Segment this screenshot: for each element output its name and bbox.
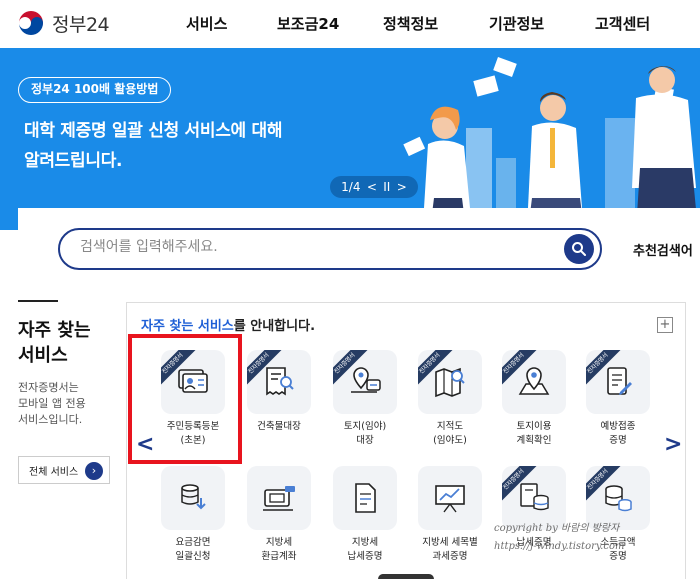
nav-subsidy24[interactable]: 보조금24 [277, 13, 339, 34]
service-label-land-register[interactable]: 토지(임야) 대장 [325, 420, 405, 448]
search-icon [572, 242, 586, 256]
section-description: 전자증명서는 모바일 앱 전용 서비스입니다. [18, 380, 118, 428]
document-edit-icon [607, 367, 632, 395]
banner-headline-1: 대학 제증명 일괄 신청 서비스에 대해 [24, 121, 283, 141]
all-services-label: 전체 서비스 [29, 466, 79, 478]
service-label-resident-registration[interactable]: 주민등록등본 (초본) [153, 420, 233, 448]
service-label-land-use-plan[interactable]: 토지이용 계획확인 [494, 420, 574, 448]
receipt-search-icon [266, 367, 294, 396]
service-label-cadastral-map[interactable]: 지적도 (임야도) [410, 420, 490, 448]
search-button[interactable] [564, 234, 594, 264]
banner-headline-2: 알려드립니다. [24, 151, 123, 171]
pager-pause-button[interactable]: II [383, 180, 390, 194]
presentation-chart-icon [435, 485, 465, 513]
panel-heading-rest: 를 안내합니다. [233, 319, 316, 334]
document-coins-icon [520, 483, 549, 511]
plus-icon[interactable]: + [657, 317, 673, 333]
service-label-local-tax-payment-certificate[interactable]: 지방세 납세증명 [325, 536, 405, 564]
chevron-right-icon: › [85, 462, 103, 480]
all-services-button[interactable]: 전체 서비스 › [18, 456, 110, 484]
nav-services[interactable]: 서비스 [186, 13, 227, 34]
folded-map-search-icon [435, 367, 465, 398]
nav-policy-info[interactable]: 정책정보 [383, 13, 438, 34]
service-card-land-register[interactable]: 전자증명서 [333, 350, 397, 414]
nav-agency-info[interactable]: 기관정보 [489, 13, 544, 34]
main-nav: 서비스 보조금24 정책정보 기관정보 고객센터 [0, 13, 700, 37]
service-card-land-use-plan[interactable]: 전자증명서 [502, 350, 566, 414]
panel-heading-highlight: 자주 찾는 서비스 [141, 319, 234, 334]
service-card-local-tax-item-certificate[interactable] [418, 466, 482, 530]
service-card-local-tax-payment-certificate[interactable] [333, 466, 397, 530]
section-title: 자주 찾는 서비스 [18, 318, 118, 368]
search-box [58, 228, 602, 270]
service-label-fee-reduction[interactable]: 요금감면 일괄신청 [153, 536, 233, 564]
section-title-line-1: 자주 찾는 [18, 320, 91, 341]
copyright-watermark: copyright by 바람의 방랑자 https://j-windy.tis… [494, 520, 694, 556]
frequent-services-intro: 자주 찾는 서비스 전자증명서는 모바일 앱 전용 서비스입니다. 전체 서비스… [18, 300, 118, 484]
promo-banner[interactable]: 정부24 100배 활용방법 대학 제증명 일괄 신청 서비스에 대해 알려드립… [0, 48, 700, 230]
document-icon [355, 483, 376, 513]
search-input[interactable] [80, 239, 550, 255]
banner-pager: 1/4 < II > [330, 176, 418, 198]
pager-next-button[interactable]: > [397, 180, 407, 194]
service-card-vaccination-certificate[interactable]: 전자증명서 [586, 350, 650, 414]
carousel-next-button[interactable]: > [664, 432, 682, 457]
service-card-building-register[interactable]: 전자증명서 [247, 350, 311, 414]
service-label-vaccination-certificate[interactable]: 예방접종 증명 [578, 420, 658, 448]
search-section: 추천검색어 [18, 208, 700, 288]
service-card-cadastral-map[interactable]: 전자증명서 [418, 350, 482, 414]
section-title-line-2: 서비스 [18, 345, 68, 366]
wallet-card-icon [263, 486, 295, 511]
id-card-icon [178, 369, 208, 393]
service-card-resident-registration[interactable]: 전자증명서 [161, 350, 225, 414]
nav-customer-center[interactable]: 고객센터 [595, 13, 650, 34]
coins-down-icon [181, 484, 206, 510]
service-label-local-tax-refund-account[interactable]: 지방세 환급계좌 [239, 536, 319, 564]
service-card-fee-reduction[interactable] [161, 466, 225, 530]
watermark-line-1: copyright by 바람의 방랑자 [494, 523, 620, 534]
recommended-keywords-link[interactable]: 추천검색어 [633, 240, 693, 259]
banner-illustration [403, 57, 698, 230]
top-header: 정부24 서비스 보조금24 정책정보 기관정보 고객센터 [0, 0, 700, 48]
desc-line-2: 모바일 앱 전용 [18, 397, 86, 410]
desc-line-1: 전자증명서는 [18, 381, 79, 394]
banner-tag[interactable]: 정부24 100배 활용방법 [18, 77, 172, 103]
pager-prev-button[interactable]: < [367, 180, 377, 194]
watermark-line-2: https://j-windy.tistory.com [494, 541, 625, 552]
service-label-local-tax-item-certificate[interactable]: 지방세 세목별 과세증명 [410, 536, 490, 564]
coins-stack-icon [605, 485, 632, 512]
section-rule [18, 300, 58, 302]
panel-heading: 자주 찾는 서비스를 안내합니다. [141, 315, 315, 334]
desc-line-3: 서비스입니다. [18, 413, 83, 426]
map-marker-icon [518, 367, 550, 395]
pager-position: 1/4 [341, 180, 361, 194]
service-card-local-tax-refund-account[interactable] [247, 466, 311, 530]
map-pin-card-icon [351, 367, 381, 393]
carousel-prev-button[interactable]: < [136, 432, 154, 457]
service-label-building-register[interactable]: 건축물대장 [239, 420, 319, 434]
scroll-indicator[interactable] [378, 574, 434, 579]
